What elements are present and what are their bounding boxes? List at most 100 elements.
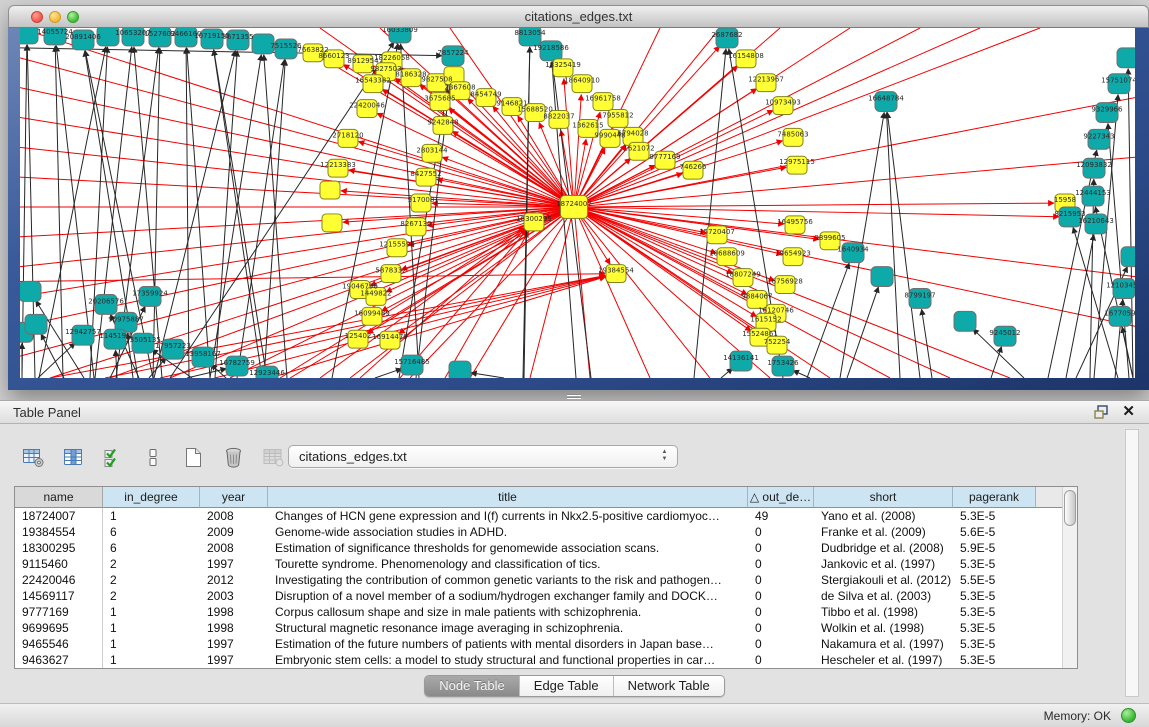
table-cell: Changes of HCN gene expression and I(f) … — [268, 508, 748, 524]
select-rows-icon[interactable] — [98, 443, 128, 471]
graph-node[interactable] — [871, 267, 893, 287]
graph-node-label: 7485063 — [777, 130, 808, 138]
graph-edge — [153, 48, 160, 378]
table-cell: 1997 — [200, 652, 268, 668]
node-attribute-table: namein_degreeyeartitle△ out_de…shortpage… — [14, 486, 1078, 669]
table-row[interactable]: 969969511998Structural magnetic resonanc… — [15, 620, 1077, 636]
graph-node-label: 13958167 — [185, 350, 221, 358]
column-header-in_degree[interactable]: in_degree — [103, 487, 200, 508]
graph-node[interactable] — [322, 214, 342, 232]
graph-node-label: 12213383 — [320, 161, 356, 169]
scrollbar-thumb[interactable] — [1064, 490, 1076, 526]
table-cell: 0 — [748, 524, 814, 540]
table-cell: 5.3E-5 — [953, 636, 1036, 652]
delete-table-icon[interactable] — [218, 443, 248, 471]
table-row[interactable]: 911546021997Tourette syndrome. Phenomeno… — [15, 556, 1077, 572]
graph-node-label: 17957223 — [155, 342, 191, 350]
graph-node-label: 1621072 — [623, 144, 654, 152]
graph-node-label: 1449822 — [360, 289, 391, 297]
graph-edge — [564, 79, 574, 207]
network-canvas[interactable]: 1872400718300295193845541405572420891406… — [20, 28, 1135, 378]
table-row[interactable]: 977716911998Corpus callosum shape and si… — [15, 604, 1077, 620]
table-row[interactable]: 2242004622012Investigating the contribut… — [15, 572, 1077, 588]
graph-node[interactable] — [25, 314, 47, 334]
graph-edge — [574, 203, 1054, 207]
tab-edge-table[interactable]: Edge Table — [520, 676, 614, 696]
graph-node-label: 9227343 — [1083, 132, 1114, 140]
graph-edge — [154, 51, 235, 378]
panel-resize-grip[interactable] — [567, 393, 581, 399]
graph-node-label: 9329966 — [1091, 106, 1122, 114]
table-row[interactable]: 1872400712008Changes of HCN gene express… — [15, 508, 1077, 524]
graph-node-label: 9245012 — [989, 329, 1020, 337]
table-cell: Estimation of significance thresholds fo… — [268, 540, 748, 556]
table-select-value: citations_edges.txt — [299, 449, 407, 464]
graph-node-label: 16914479 — [372, 333, 408, 341]
column-header-year[interactable]: year — [200, 487, 268, 508]
graph-node-label: 12444153 — [1075, 189, 1111, 197]
table-row[interactable]: 946362711997Embryonic stem cells: a mode… — [15, 652, 1077, 668]
table-vertical-scrollbar[interactable] — [1062, 487, 1077, 668]
graph-node-label: 6794028 — [617, 129, 648, 137]
new-table-icon[interactable] — [178, 443, 208, 471]
table-cell: Franke et al. (2009) — [814, 524, 953, 540]
table-cell: 1 — [103, 620, 200, 636]
table-cell: 0 — [748, 636, 814, 652]
graph-node-label: 22420046 — [349, 102, 385, 110]
table-cell: 1 — [103, 508, 200, 524]
close-panel-icon[interactable]: ✕ — [1122, 404, 1135, 420]
table-row[interactable]: 1456911722003Disruption of a novel membe… — [15, 588, 1077, 604]
graph-node-label: 18724007 — [556, 200, 592, 208]
graph-node[interactable] — [1117, 48, 1135, 68]
graph-node[interactable] — [320, 181, 340, 199]
graph-edge — [471, 373, 504, 378]
table-toolbar: f(x) — [18, 441, 328, 473]
status-bar: Memory: OK — [0, 703, 1149, 727]
memory-status-label: Memory: OK — [1044, 709, 1111, 723]
graph-node[interactable] — [20, 28, 38, 44]
column-header-title[interactable]: title — [268, 487, 748, 508]
graph-node-label: 746266 — [680, 163, 707, 171]
graph-node[interactable] — [449, 361, 471, 378]
graph-node-label: 16961758 — [585, 95, 621, 103]
column-header-pagerank[interactable]: pagerank — [953, 487, 1036, 508]
graph-node-label: 10973493 — [765, 99, 801, 107]
table-cell: 2003 — [200, 588, 268, 604]
graph-edge — [1090, 179, 1094, 378]
row-height-icon[interactable] — [138, 443, 168, 471]
graph-node[interactable] — [954, 311, 976, 331]
graph-node-label: 18807249 — [725, 271, 761, 279]
graph-node-label: 1362615 — [572, 121, 603, 129]
table-cell: 5.9E-5 — [953, 540, 1036, 556]
float-panel-button[interactable] — [1094, 405, 1110, 419]
graph-node-label: 15524861 — [742, 330, 778, 338]
show-columns-icon[interactable] — [58, 443, 88, 471]
table-cell: 18724007 — [15, 508, 103, 524]
table-select-dropdown[interactable]: citations_edges.txt ▲▼ — [288, 445, 678, 468]
table-cell: 2 — [103, 556, 200, 572]
table-cell: 2 — [103, 572, 200, 588]
graph-node-label: 10688609 — [709, 250, 745, 258]
memory-ok-led — [1121, 708, 1136, 723]
graph-node[interactable] — [1121, 247, 1135, 267]
table-row[interactable]: 1938455462009Genome-wide association stu… — [15, 524, 1077, 540]
graph-node-label: 2718120 — [332, 131, 363, 139]
table-row[interactable]: 946554611997Estimation of the future num… — [15, 636, 1077, 652]
column-header-name[interactable]: name — [15, 487, 103, 508]
table-cell: 49 — [748, 508, 814, 524]
graph-node-label: 16495756 — [777, 218, 813, 226]
graph-edge — [20, 274, 605, 282]
table-cell: 0 — [748, 556, 814, 572]
table-cell: 0 — [748, 620, 814, 636]
table-row[interactable]: 1830029562008Estimation of significance … — [15, 540, 1077, 556]
network-window-titlebar[interactable]: citations_edges.txt — [8, 5, 1149, 28]
graph-edge — [38, 343, 75, 378]
column-header-out_de[interactable]: △ out_de… — [748, 487, 814, 508]
tab-network-table[interactable]: Network Table — [614, 676, 724, 696]
tab-node-table[interactable]: Node Table — [425, 676, 520, 696]
graph-node-label: 8427552 — [410, 170, 441, 178]
graph-node[interactable] — [20, 282, 41, 302]
table-options-icon[interactable] — [18, 443, 48, 471]
table-cell: Hescheler et al. (1997) — [814, 652, 953, 668]
column-header-short[interactable]: short — [814, 487, 953, 508]
